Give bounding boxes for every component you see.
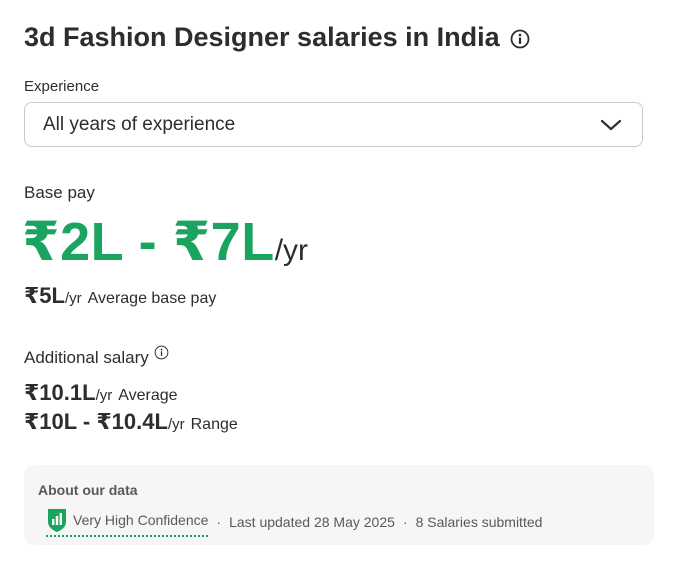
additional-salary-average: ₹10.1L /yr Average [24,380,178,406]
additional-salary-range-value: ₹10L - ₹10.4L [24,409,168,434]
info-icon[interactable] [510,29,530,49]
salaries-submitted-text: 8 Salaries submitted [415,514,543,530]
page-title: 3d Fashion Designer salaries in India [24,22,500,52]
experience-dropdown[interactable]: All years of experience [24,102,643,147]
confidence-link[interactable]: Very High Confidence [46,507,209,537]
base-pay-range: ₹2L - ₹7L/yr [22,210,308,273]
separator-dot: · [216,514,222,530]
info-icon[interactable] [154,345,169,360]
additional-salary-range-unit: /yr [167,416,185,433]
about-data-title: About our data [38,482,138,498]
additional-salary-range: ₹10L - ₹10.4L /yr Range [24,409,238,435]
average-base-pay-value: ₹5L [24,283,65,308]
experience-label: Experience [24,78,100,95]
additional-salary-label: Additional salary [24,348,149,367]
page-header: 3d Fashion Designer salaries in India [24,22,530,53]
additional-salary-average-label: Average [118,387,178,404]
about-data-meta: Very High Confidence · Last updated 28 M… [46,507,542,537]
base-pay-range-value: ₹2L - ₹7L [22,212,275,272]
additional-salary-average-value: ₹10.1L [24,380,96,405]
about-data-panel: About our data Very High Confidence · La… [24,465,654,545]
separator-dot: · [402,514,408,530]
average-base-pay-label: Average base pay [87,290,217,307]
last-updated-text: Last updated 28 May 2025 [229,514,395,530]
experience-selected-value: All years of experience [43,113,236,135]
additional-salary-range-label: Range [190,416,238,433]
base-pay-range-unit: /yr [274,234,309,267]
chevron-down-icon [600,119,622,130]
shield-bar-chart-icon [48,509,66,532]
confidence-text: Very High Confidence [73,512,209,528]
average-base-pay: ₹5L /yr Average base pay [24,283,216,309]
additional-salary-header: Additional salary [24,345,169,368]
additional-salary-average-unit: /yr [95,387,113,404]
base-pay-label: Base pay [24,183,95,202]
average-base-pay-unit: /yr [64,290,82,307]
